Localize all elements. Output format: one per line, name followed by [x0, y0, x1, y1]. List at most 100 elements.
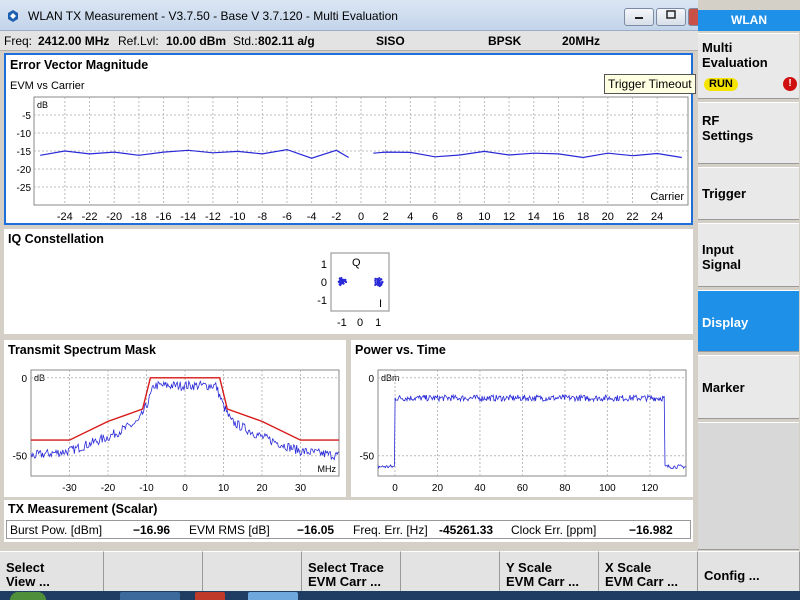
evm-x-tick-label: -18: [131, 211, 147, 223]
pvt-x-tick-label: 60: [517, 483, 529, 494]
pvt-x-tick-label: 120: [642, 483, 659, 494]
bottom-key-3[interactable]: [203, 551, 302, 591]
minimize-button[interactable]: [624, 8, 654, 26]
taskbar-item[interactable]: [120, 592, 180, 600]
freq-value: 2412.00 MHz: [38, 34, 110, 48]
bottom-key-5[interactable]: [401, 551, 500, 591]
rf-settings-softkey[interactable]: RF Settings: [698, 102, 799, 164]
close-button[interactable]: [688, 8, 698, 26]
trigger-softkey[interactable]: Trigger: [698, 167, 799, 220]
evm-x-tick-label: -12: [205, 211, 221, 223]
title-bar: WLAN TX Measurement - V3.7.50 - Base V 3…: [0, 0, 698, 31]
reflvl-label: Ref.Lvl:: [118, 34, 159, 48]
marker-softkey[interactable]: Marker: [698, 355, 799, 419]
evm-x-tick-label: 6: [432, 211, 438, 223]
iq-panel[interactable]: IQ Constellation Q I 1 0 -1 -1 0 1: [4, 229, 693, 334]
evm-y-tick-label: -10: [17, 129, 32, 140]
evm-x-tick-label: 14: [528, 211, 540, 223]
tsm-x-tick-label: -20: [101, 483, 116, 494]
evm-x-tick-label: -8: [257, 211, 267, 223]
pvt-chart[interactable]: dBm0-500 20 40 60 80 100 120: [351, 340, 693, 497]
freq-label: Freq:: [4, 34, 33, 48]
display-softkey[interactable]: Display: [698, 290, 799, 352]
taskbar-item[interactable]: [195, 592, 225, 600]
minimize-icon: [635, 17, 643, 19]
pvt-x-tick-label: 0: [392, 483, 398, 494]
iq-y-tick-label: 0: [321, 277, 327, 289]
iq-constellation-point: [377, 282, 380, 285]
tsm-chart[interactable]: dBMHz0-50-30 -20 -10 0 10 20 30: [4, 340, 346, 497]
x-scale-button[interactable]: X Scale EVM Carr ...: [599, 551, 698, 591]
bandwidth-value: 20MHz: [562, 34, 601, 48]
warning-icon[interactable]: !: [783, 77, 797, 91]
select-trace-button[interactable]: Select Trace EVM Carr ...: [302, 551, 401, 591]
taskbar: [0, 591, 800, 600]
config-button[interactable]: Config ...: [698, 551, 800, 591]
evm-x-tick-label: 0: [358, 211, 364, 223]
evm-x-tick-label: -10: [230, 211, 246, 223]
multi-evaluation-line2: Evaluation: [702, 55, 768, 70]
tsm-x-tick-label: 30: [295, 483, 307, 494]
evm-x-tick-label: 4: [407, 211, 413, 223]
evm-x-tick-label: -2: [331, 211, 341, 223]
softkey-panel: WLAN Multi Evaluation RUN ! RF Settings …: [698, 0, 800, 551]
pvt-y-tick-label: -50: [360, 452, 375, 463]
modulation-value: BPSK: [488, 34, 522, 48]
evm-x-tick-label: 12: [503, 211, 515, 223]
evm-x-tick-label: 22: [626, 211, 638, 223]
evm-x-tick-label: -16: [156, 211, 172, 223]
run-status-badge: RUN: [704, 78, 738, 91]
iq-constellation-point: [339, 282, 343, 285]
y-scale-button[interactable]: Y Scale EVM Carr ...: [500, 551, 599, 591]
iq-x-tick-label: -1: [337, 317, 347, 329]
bottom-key-2[interactable]: [104, 551, 203, 591]
pvt-panel[interactable]: Power vs. Time dBm 0 -50 0 20 40 60 80 100 120: [351, 340, 693, 497]
tsm-x-unit-label: MHz: [318, 464, 337, 474]
std-label: Std.:: [233, 34, 258, 48]
maximize-button[interactable]: [656, 8, 686, 26]
iq-x-tick-label: 1: [375, 317, 381, 329]
evm-rms-label: EVM RMS [dB]: [189, 523, 270, 537]
app-logo-icon: [8, 10, 18, 22]
pvt-plot-frame: [377, 369, 687, 477]
iq-chart[interactable]: QI10-1-1 0 1: [4, 229, 693, 334]
evm-x-axis-label: Carrier: [650, 191, 684, 203]
start-button[interactable]: [10, 592, 46, 600]
iq-i-axis-label: I: [379, 298, 382, 310]
tsm-y-tick-label: -50: [13, 452, 28, 463]
evm-y-tick-label: -15: [17, 147, 32, 158]
select-view-button[interactable]: Select View ...: [0, 551, 104, 591]
clock-err-label: Clock Err. [ppm]: [511, 523, 597, 537]
multi-evaluation-softkey[interactable]: Multi Evaluation RUN !: [698, 33, 799, 99]
evm-x-tick-label: 24: [651, 211, 663, 223]
window-title: WLAN TX Measurement - V3.7.50 - Base V 3…: [28, 9, 398, 23]
burst-power-label: Burst Pow. [dBm]: [10, 523, 103, 537]
evm-y-tick-label: -20: [17, 165, 32, 176]
evm-chart[interactable]: dB-5-10-15-20-25-24 -22 -20 -18 -16 -14 -12 -10…: [6, 55, 691, 223]
iq-q-axis-label: Q: [352, 257, 361, 269]
evm-x-tick-label: 8: [457, 211, 463, 223]
tsm-x-tick-label: -10: [139, 483, 154, 494]
evm-x-tick-label: 10: [478, 211, 490, 223]
tsm-panel[interactable]: Transmit Spectrum Mask dB MHz 0 -50 -30 -20 -1…: [4, 340, 346, 497]
evm-x-tick-label: 20: [602, 211, 614, 223]
freq-err-label: Freq. Err. [Hz]: [353, 523, 428, 537]
evm-x-tick-label: -14: [180, 211, 196, 223]
tsm-y-tick-label: 0: [21, 374, 27, 385]
iq-y-tick-label: -1: [317, 295, 327, 307]
trigger-timeout-tooltip: Trigger Timeout: [604, 74, 696, 94]
rf-settings-line2: Settings: [702, 128, 754, 143]
freq-err-value: -45261.33: [439, 523, 494, 537]
iq-y-tick-label: 1: [321, 259, 327, 271]
taskbar-item[interactable]: [248, 592, 298, 600]
pvt-y-tick-label: 0: [368, 374, 374, 385]
iq-constellation-point: [379, 283, 382, 286]
evm-y-tick-label: -25: [17, 183, 32, 194]
input-signal-softkey[interactable]: Input Signal: [698, 223, 799, 287]
empty-softkey-area: [698, 422, 799, 550]
rf-settings-line1: RF: [702, 113, 720, 128]
mode-value: SISO: [376, 34, 405, 48]
iq-constellation-point: [375, 283, 378, 286]
multi-evaluation-line1: Multi: [702, 40, 733, 55]
evm-panel[interactable]: Error Vector Magnitude EVM vs Carrier dB…: [4, 53, 693, 225]
